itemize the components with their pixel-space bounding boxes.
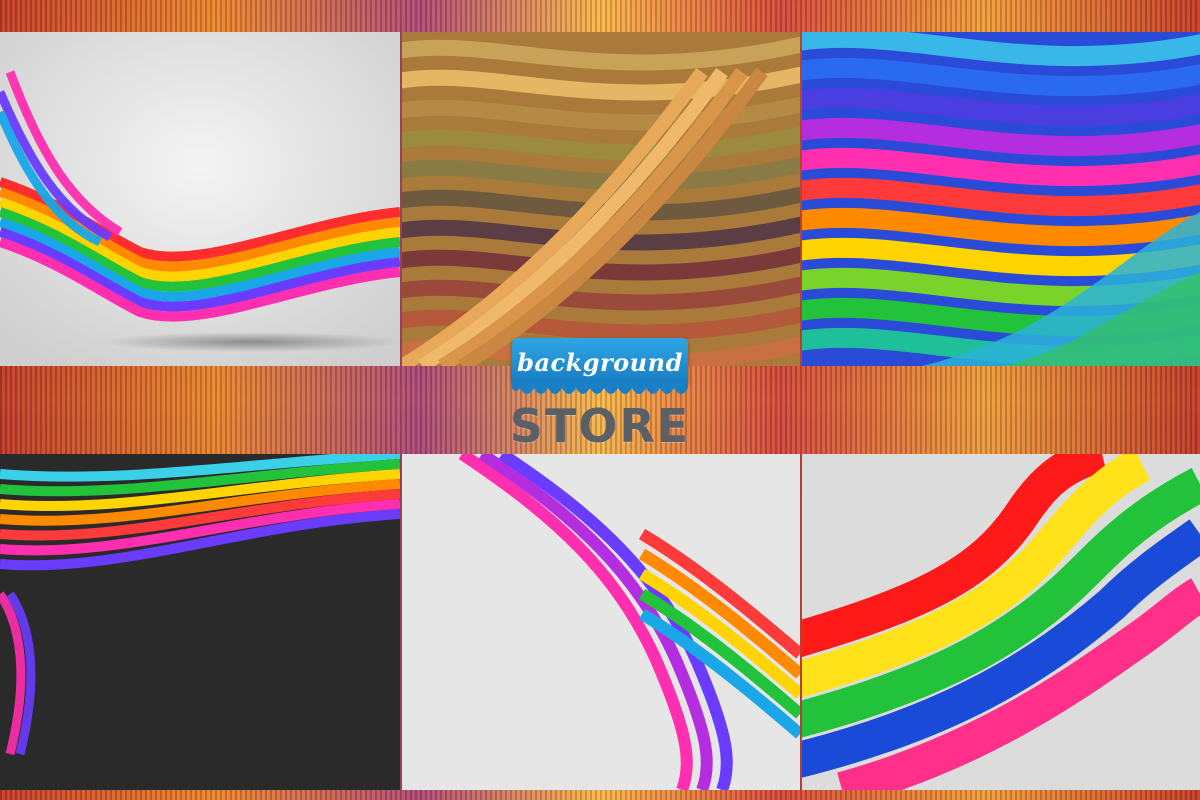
golden-waves-graphic [402, 32, 800, 366]
background-thumbnail-2[interactable] [402, 32, 800, 366]
rainbow-ribbon-light-graphic [402, 454, 800, 790]
rainbow-bands-graphic [802, 454, 1200, 790]
logo-sign: background [512, 338, 688, 382]
background-thumbnail-1[interactable] [0, 32, 400, 366]
background-thumbnail-4[interactable] [0, 454, 400, 790]
background-thumbnail-3[interactable] [802, 32, 1200, 366]
background-thumbnail-6[interactable] [802, 454, 1200, 790]
rainbow-waves-graphic [802, 32, 1200, 366]
logo-top-word: background [517, 348, 683, 377]
rainbow-ribbon-graphic [0, 32, 400, 366]
background-store-logo[interactable]: background STORE [500, 332, 700, 462]
rainbow-ribbon-dark-graphic [0, 454, 400, 790]
logo-bottom-word: STORE [509, 399, 691, 453]
background-thumbnail-5[interactable] [402, 454, 800, 790]
